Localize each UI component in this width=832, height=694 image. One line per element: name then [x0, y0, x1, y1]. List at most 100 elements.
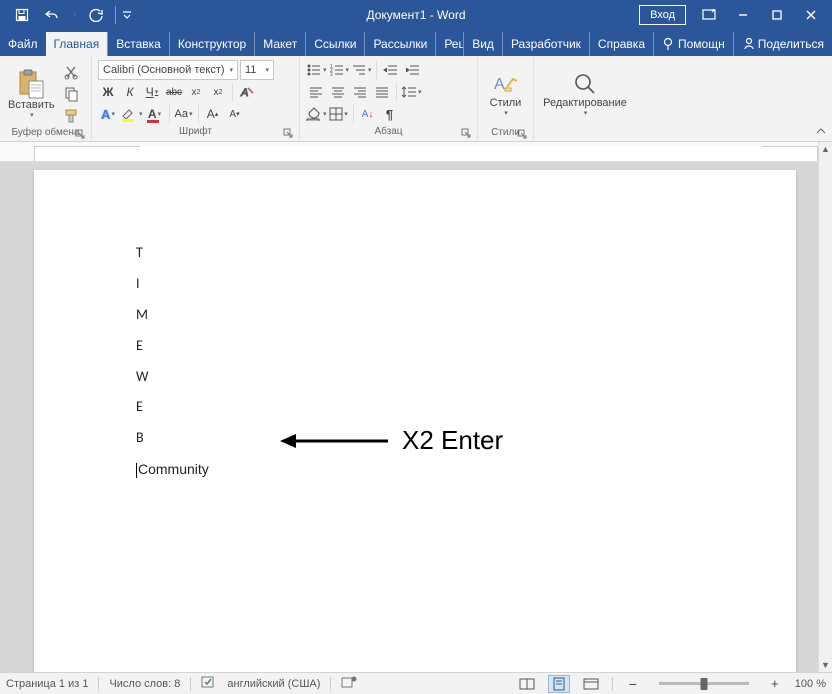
paragraph-dialog-launcher-icon[interactable] [461, 128, 471, 138]
italic-button[interactable]: К [120, 82, 140, 102]
tab-layout[interactable]: Макет [254, 32, 305, 56]
underline-button[interactable]: Ч▾ [142, 82, 162, 102]
group-font: Calibri (Основной текст)▾ 11▾ Ж К Ч▾ abc… [92, 56, 300, 141]
horizontal-ruler[interactable] [0, 142, 832, 162]
styles-button[interactable]: A Стили ▾ [484, 60, 528, 126]
tab-design[interactable]: Конструктор [169, 32, 254, 56]
shrink-font-icon[interactable]: A▾ [225, 104, 245, 124]
tab-share[interactable]: Поделиться [733, 32, 832, 56]
highlight-color-icon[interactable]: ▾ [120, 104, 143, 124]
justify-icon[interactable] [372, 82, 392, 102]
zoom-slider[interactable] [659, 682, 749, 685]
text-cursor [136, 463, 137, 478]
document-area[interactable]: T I M E W E B Community [0, 162, 818, 672]
maximize-icon[interactable] [760, 1, 794, 29]
increase-indent-icon[interactable] [403, 60, 423, 80]
paste-button[interactable]: Вставить ▾ [6, 60, 57, 126]
borders-icon[interactable]: ▾ [329, 104, 349, 124]
qat-customize-icon[interactable] [121, 3, 133, 27]
styles-dialog-launcher-icon[interactable] [517, 129, 527, 139]
grow-font-icon[interactable]: A▴ [203, 104, 223, 124]
numbering-icon[interactable]: 123▾ [329, 60, 350, 80]
tab-references[interactable]: Ссылки [305, 32, 364, 56]
clear-formatting-icon[interactable]: A [237, 82, 257, 102]
clipboard-icon [17, 69, 45, 99]
align-left-icon[interactable] [306, 82, 326, 102]
subscript-button[interactable]: x2 [186, 82, 206, 102]
multilevel-list-icon[interactable]: ▾ [351, 60, 372, 80]
status-word-count[interactable]: Число слов: 8 [109, 678, 180, 690]
paste-label: Вставить [8, 99, 55, 111]
group-editing: Редактирование ▾ [534, 56, 636, 141]
change-case-icon[interactable]: Aa▾ [174, 104, 194, 124]
align-right-icon[interactable] [350, 82, 370, 102]
tab-help[interactable]: Справка [589, 32, 653, 56]
text-line: W [136, 368, 694, 387]
zoom-in-button[interactable]: + [765, 674, 785, 694]
tab-review[interactable]: Рецензирование [435, 32, 463, 56]
shading-icon[interactable]: ▾ [306, 104, 327, 124]
clipboard-dialog-launcher-icon[interactable] [75, 129, 85, 139]
tab-developer[interactable]: Разработчик [502, 32, 589, 56]
styles-icon: A [491, 71, 521, 97]
bullets-icon[interactable]: ▾ [306, 60, 327, 80]
sort-icon[interactable]: A↓ [358, 104, 378, 124]
redo-icon[interactable] [82, 3, 110, 27]
line-spacing-icon[interactable]: ▾ [401, 82, 422, 102]
tab-view[interactable]: Вид [463, 32, 502, 56]
cut-icon[interactable] [61, 62, 81, 82]
editing-button[interactable]: Редактирование ▾ [541, 60, 629, 126]
tab-mailings[interactable]: Рассылки [364, 32, 435, 56]
strikethrough-button[interactable]: abc [164, 82, 184, 102]
status-page[interactable]: Страница 1 из 1 [6, 678, 88, 690]
page: T I M E W E B Community [34, 170, 796, 672]
font-color-icon[interactable]: A▾ [145, 104, 165, 124]
scroll-down-icon[interactable]: ▼ [819, 658, 832, 672]
group-paragraph: ▾ 123▾ ▾ ▾ ▾ ▾ A↓ ¶ [300, 56, 478, 141]
ribbon-display-options-icon[interactable] [692, 1, 726, 29]
title-bar: ▾ Документ1 - Word Вход [0, 0, 832, 30]
scrollbar-track[interactable] [819, 156, 832, 658]
copy-icon[interactable] [61, 84, 81, 104]
document-body[interactable]: T I M E W E B Community [136, 244, 694, 480]
vertical-scrollbar[interactable]: ▲ ▼ [818, 142, 832, 672]
tab-home[interactable]: Главная [46, 32, 108, 56]
format-painter-icon[interactable] [61, 106, 81, 126]
zoom-level[interactable]: 100 % [795, 678, 826, 690]
view-print-layout-icon[interactable] [548, 675, 570, 693]
proofing-icon[interactable] [201, 675, 217, 692]
bold-button[interactable]: Ж [98, 82, 118, 102]
font-name-combo[interactable]: Calibri (Основной текст)▾ [98, 60, 238, 80]
scroll-up-icon[interactable]: ▲ [819, 142, 832, 156]
align-center-icon[interactable] [328, 82, 348, 102]
macro-record-icon[interactable] [341, 675, 357, 692]
save-icon[interactable] [8, 3, 36, 27]
decrease-indent-icon[interactable] [381, 60, 401, 80]
tab-file[interactable]: Файл [0, 32, 46, 56]
group-font-title: Шрифт [179, 126, 212, 137]
group-clipboard-title: Буфер обмена [12, 127, 80, 138]
zoom-slider-thumb[interactable] [700, 678, 707, 690]
font-size-combo[interactable]: 11▾ [240, 60, 274, 80]
close-icon[interactable] [794, 1, 828, 29]
tab-insert[interactable]: Вставка [107, 32, 169, 56]
tab-tell-me[interactable]: Помощн [653, 32, 733, 56]
status-language[interactable]: английский (США) [227, 678, 320, 690]
quick-access-toolbar: ▾ [4, 3, 133, 27]
superscript-button[interactable]: x2 [208, 82, 228, 102]
window-controls [726, 1, 828, 29]
zoom-out-button[interactable]: − [623, 674, 643, 694]
text-effects-icon[interactable]: A▾ [98, 104, 118, 124]
collapse-ribbon-icon[interactable] [814, 125, 828, 139]
show-marks-icon[interactable]: ¶ [380, 104, 400, 124]
view-web-layout-icon[interactable] [580, 675, 602, 693]
undo-dropdown-icon[interactable]: ▾ [68, 3, 80, 27]
sign-in-button[interactable]: Вход [639, 5, 686, 25]
tab-tell-me-label: Помощн [678, 37, 725, 51]
svg-text:3: 3 [330, 72, 333, 77]
view-read-mode-icon[interactable] [516, 675, 538, 693]
text-line: I [136, 275, 694, 294]
undo-icon[interactable] [38, 3, 66, 27]
minimize-icon[interactable] [726, 1, 760, 29]
font-dialog-launcher-icon[interactable] [283, 128, 293, 138]
